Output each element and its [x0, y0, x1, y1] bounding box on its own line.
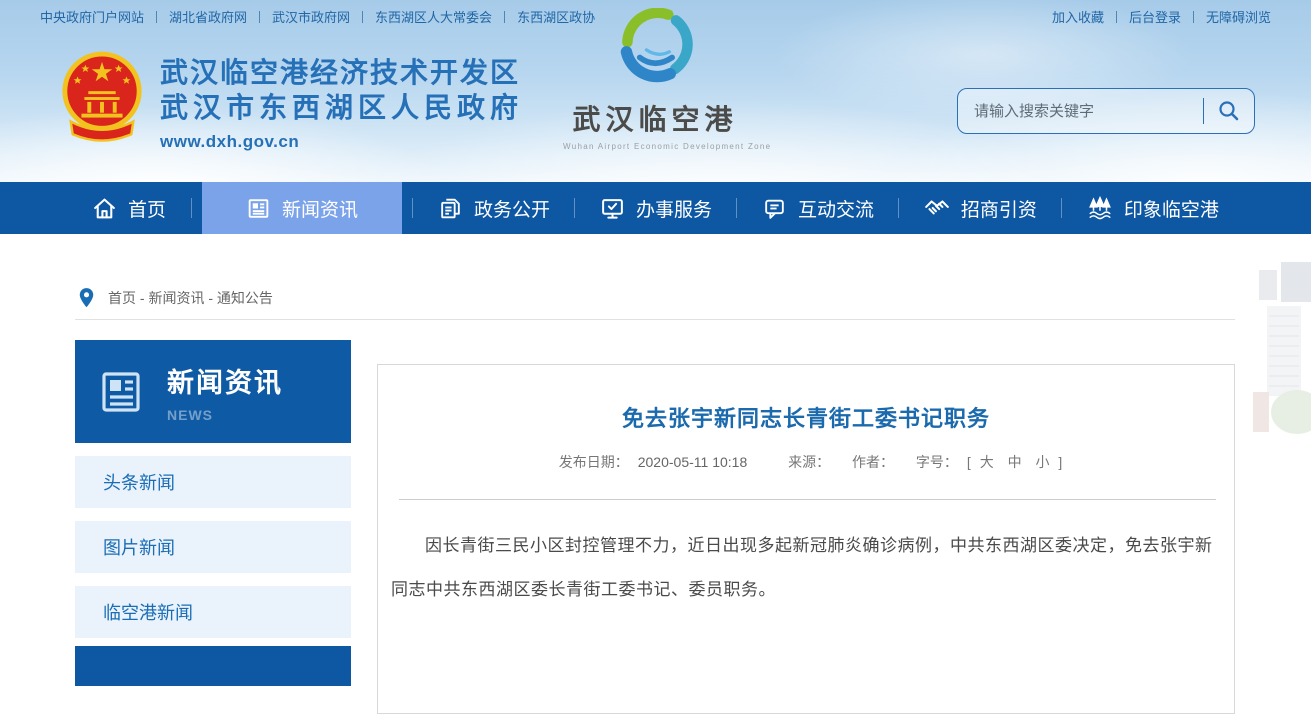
- service-monitor-icon: [600, 196, 625, 221]
- sidebar-news: 新闻资讯 NEWS 头条新闻 图片新闻 临空港新闻: [75, 340, 351, 686]
- article-title: 免去张宇新同志长青街工委书记职务: [378, 401, 1234, 433]
- author-label: 作者：: [852, 454, 894, 470]
- topbar-link-wuhan-gov[interactable]: 武汉市政府网: [272, 7, 375, 26]
- nav-item-services[interactable]: 办事服务: [586, 182, 726, 234]
- nav-item-gov-info[interactable]: 政务公开: [424, 182, 564, 234]
- topbar-link-central-gov[interactable]: 中央政府门户网站: [40, 7, 169, 26]
- nav-item-interaction[interactable]: 互动交流: [748, 182, 888, 234]
- nav-separator: [1061, 198, 1062, 218]
- nav-item-label: 办事服务: [636, 195, 712, 222]
- news-icon: [246, 196, 271, 221]
- brand-name-en: Wuhan Airport Economic Development Zone: [563, 142, 747, 151]
- article-divider: [399, 499, 1216, 500]
- sidebar-item-airport-zone-news[interactable]: 临空港新闻: [75, 586, 351, 638]
- topbar-link-favorites[interactable]: 加入收藏: [1052, 7, 1129, 26]
- sidebar-item-partial[interactable]: [75, 646, 351, 686]
- nav-separator: [736, 198, 737, 218]
- nav-separator: [574, 198, 575, 218]
- sidebar-subtitle: NEWS: [167, 407, 283, 423]
- article-meta: 发布日期： 2020-05-11 10:18 来源： 作者： 字号： [ 大 中 小…: [378, 452, 1234, 472]
- fontsize-bracket-open: [: [967, 454, 971, 470]
- nav-item-label: 互动交流: [798, 195, 874, 222]
- source-label: 来源：: [788, 454, 830, 470]
- search-box: [957, 88, 1255, 134]
- topbar-left-links: 中央政府门户网站 湖北省政府网 武汉市政府网 东西湖区人大常委会 东西湖区政协: [40, 7, 595, 26]
- gov-doc-icon: [438, 196, 463, 221]
- publish-date-value: 2020-05-11 10:18: [638, 454, 748, 470]
- site-url: www.dxh.gov.cn: [160, 132, 523, 152]
- site-title-line1: 武汉临空港经济技术开发区: [160, 55, 523, 90]
- chat-bubble-icon: [762, 196, 787, 221]
- nav-item-label: 政务公开: [474, 195, 550, 222]
- fontsize-large-button[interactable]: 大: [980, 454, 994, 470]
- news-section-icon: [97, 366, 145, 418]
- article-panel: 免去张宇新同志长青街工委书记职务 发布日期： 2020-05-11 10:18 来…: [377, 364, 1235, 714]
- nav-item-label: 首页: [128, 195, 166, 222]
- topbar-link-district-npc[interactable]: 东西湖区人大常委会: [375, 7, 517, 26]
- national-emblem-icon: [58, 50, 146, 153]
- sidebar-item-photo-news[interactable]: 图片新闻: [75, 521, 351, 573]
- nav-item-impression[interactable]: 印象临空港: [1073, 182, 1233, 234]
- site-title-line2: 武汉市东西湖区人民政府: [160, 90, 523, 125]
- fontsize-bracket-close: ]: [1058, 454, 1062, 470]
- nav-item-investment[interactable]: 招商引资: [910, 182, 1051, 234]
- fontsize-label: 字号：: [916, 454, 958, 470]
- topbar-link-accessibility[interactable]: 无障碍浏览: [1206, 7, 1271, 26]
- nav-separator: [412, 198, 413, 218]
- site-title-block[interactable]: 武汉临空港经济技术开发区 武汉市东西湖区人民政府 www.dxh.gov.cn: [160, 55, 523, 152]
- sidebar-header: 新闻资讯 NEWS: [75, 340, 351, 443]
- nav-item-label: 招商引资: [961, 195, 1037, 222]
- header-banner: 中央政府门户网站 湖北省政府网 武汉市政府网 东西湖区人大常委会 东西湖区政协 …: [0, 0, 1311, 183]
- fontsize-medium-button[interactable]: 中: [1008, 454, 1022, 470]
- search-button[interactable]: [1204, 89, 1254, 133]
- nav-item-label: 印象临空港: [1124, 195, 1219, 222]
- location-pin-icon: [78, 287, 95, 309]
- brand-logo-block: 武汉临空港 Wuhan Airport Economic Development…: [563, 8, 747, 151]
- sidebar-item-headline-news[interactable]: 头条新闻: [75, 456, 351, 508]
- nav-item-news[interactable]: 新闻资讯: [202, 182, 402, 234]
- article-body: 因长青街三民小区封控管理不力，近日出现多起新冠肺炎确诊病例，中共东西湖区委决定，…: [391, 524, 1218, 612]
- nav-item-label: 新闻资讯: [282, 195, 358, 222]
- search-input[interactable]: [958, 89, 1203, 133]
- brand-name-cn: 武汉临空港: [563, 98, 747, 138]
- handshake-icon: [924, 195, 950, 221]
- nav-separator: [898, 198, 899, 218]
- home-icon: [92, 196, 117, 221]
- swirl-logo-icon: [613, 8, 697, 88]
- nav-separator: [191, 198, 192, 218]
- topbar-link-admin-login[interactable]: 后台登录: [1129, 7, 1206, 26]
- scenery-trees-icon: [1087, 195, 1113, 221]
- sidebar-title-block: 新闻资讯 NEWS: [167, 361, 283, 423]
- breadcrumb[interactable]: 首页 - 新闻资讯 - 通知公告: [78, 287, 273, 309]
- fontsize-small-button[interactable]: 小: [1035, 454, 1049, 470]
- breadcrumb-text: 首页 - 新闻资讯 - 通知公告: [108, 288, 273, 308]
- breadcrumb-divider: [75, 319, 1235, 320]
- sidebar-title: 新闻资讯: [167, 361, 283, 400]
- topbar-link-hubei-gov[interactable]: 湖北省政府网: [169, 7, 272, 26]
- cityscape-watermark: [1253, 262, 1311, 458]
- publish-date-label: 发布日期：: [559, 454, 629, 470]
- topbar-right-links: 加入收藏 后台登录 无障碍浏览: [1052, 7, 1271, 26]
- nav-item-home[interactable]: 首页: [78, 182, 180, 234]
- main-nav: 首页 新闻资讯 政务公开 办事服务: [0, 182, 1311, 234]
- search-icon: [1217, 99, 1241, 123]
